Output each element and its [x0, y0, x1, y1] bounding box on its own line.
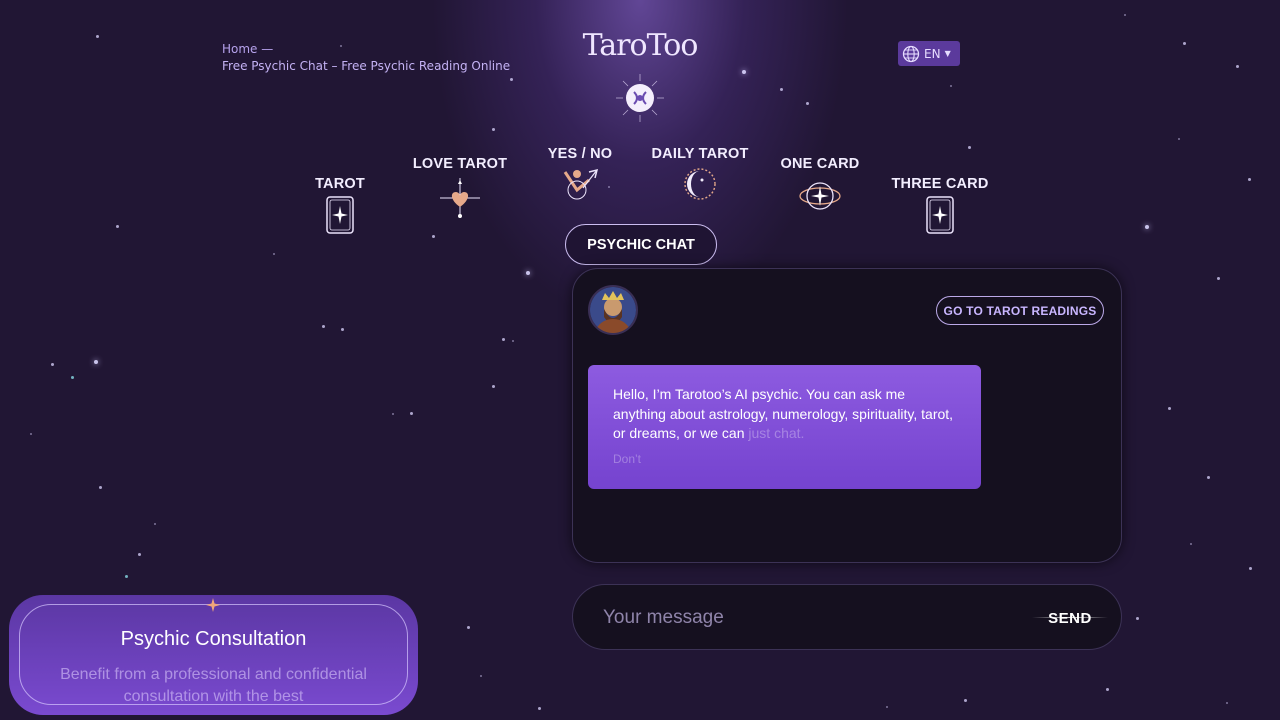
nav-three-card-label: THREE CARD [891, 176, 989, 192]
nav-love-tarot[interactable]: LOVE TAROT [410, 156, 510, 220]
breadcrumb-separator: — [261, 42, 274, 56]
tab-psychic-chat[interactable]: PSYCHIC CHAT [565, 224, 717, 265]
moon-emblem-icon [616, 74, 664, 122]
breadcrumb-home-link[interactable]: Home [222, 42, 257, 56]
chevron-down-icon: ▼ [944, 49, 951, 58]
breadcrumb-home-row: Home — [222, 41, 510, 58]
sun-moon-icon [684, 168, 716, 200]
globe-icon [902, 45, 920, 62]
tarot-card-icon [926, 196, 954, 234]
psychic-message-bubble: Hello, I’m Tarotoo’s AI psychic. You can… [588, 365, 981, 489]
psychic-avatar [588, 285, 638, 335]
sparkle-star-icon [206, 598, 220, 612]
language-selector[interactable]: EN ▼ [898, 41, 960, 66]
nav-yes-no-label: YES / NO [547, 146, 613, 162]
nav-daily-tarot-label: DAILY TAROT [651, 146, 749, 162]
nav-one-card-label: ONE CARD [780, 156, 860, 172]
message-input[interactable] [603, 604, 1013, 632]
nav-one-card[interactable]: ONE CARD [770, 156, 870, 216]
consultation-description: Benefit from a professional and confiden… [60, 666, 367, 705]
send-button[interactable]: SEND [1036, 605, 1104, 631]
go-to-tarot-readings-button[interactable]: GO TO TAROT READINGS [936, 296, 1104, 325]
nav-love-tarot-label: LOVE TAROT [412, 156, 508, 172]
nav-tarot-label: TAROT [315, 176, 365, 192]
message-text-faded-2: Don’t [613, 451, 642, 466]
yes-no-figure-icon [563, 168, 599, 200]
breadcrumb-current: Free Psychic Chat – Free Psychic Reading… [222, 59, 511, 73]
nav-tarot[interactable]: TAROT [300, 176, 380, 234]
orbit-card-icon [799, 182, 841, 210]
nav-daily-tarot[interactable]: DAILY TAROT [650, 146, 750, 202]
breadcrumb: Home — Free Psychic Chat – Free Psychic … [222, 41, 510, 75]
site-logo[interactable]: TaroToo [580, 28, 700, 63]
nav-three-card[interactable]: THREE CARD [890, 176, 990, 234]
message-text-faded: just chat. [748, 425, 805, 441]
language-code: EN [924, 46, 941, 61]
consultation-title: Psychic Consultation [120, 628, 307, 650]
tarot-card-icon [326, 196, 354, 234]
nav-yes-no[interactable]: YES / NO [530, 146, 630, 202]
heart-arrow-icon [440, 178, 480, 218]
